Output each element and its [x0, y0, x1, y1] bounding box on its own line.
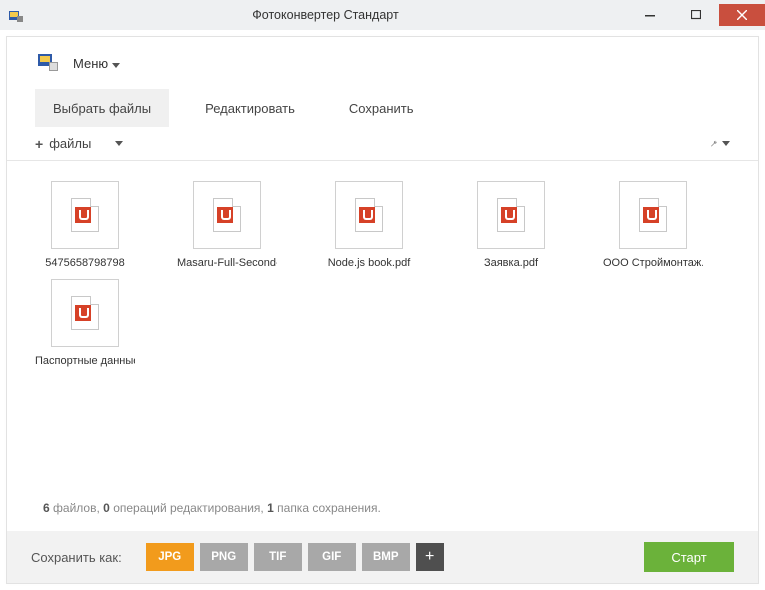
file-thumbnail [51, 279, 119, 347]
file-count: 6 [43, 501, 50, 515]
file-name: Node.js book.pdf [319, 257, 419, 269]
chevron-down-icon [115, 141, 123, 146]
format-label: BMP [373, 551, 399, 563]
pdf-icon [359, 207, 375, 223]
plus-icon: + [35, 136, 43, 152]
status-bar: 6 файлов, 0 операций редактирования, 1 п… [7, 501, 758, 527]
format-png[interactable]: PNG [200, 543, 248, 571]
chevron-down-icon [112, 56, 120, 71]
pdf-icon [75, 207, 91, 223]
file-thumbnail [335, 181, 403, 249]
start-label: Старт [671, 550, 706, 565]
settings-button[interactable] [710, 134, 730, 154]
add-format-button[interactable]: + [416, 543, 444, 571]
printer-icon [35, 48, 61, 79]
format-row: JPG PNG TIF GIF BMP + [146, 543, 444, 571]
file-item[interactable]: Паспортные данные.pdf [35, 279, 135, 367]
wrench-icon [710, 136, 718, 152]
format-label: TIF [269, 551, 286, 563]
menu-label: Меню [73, 56, 108, 71]
format-gif[interactable]: GIF [308, 543, 356, 571]
file-name: Паспортные данные.pdf [35, 355, 135, 367]
add-files-button[interactable]: + файлы [35, 136, 123, 152]
format-label: PNG [211, 551, 236, 563]
pdf-icon [643, 207, 659, 223]
status-text: операций редактирования, [113, 501, 264, 515]
file-thumbnail [619, 181, 687, 249]
file-name: Masaru-Full-Second-Edition.pdf [177, 257, 277, 269]
chevron-down-icon [722, 141, 730, 146]
format-label: JPG [158, 551, 181, 563]
ops-count: 0 [103, 501, 110, 515]
menu-row: Меню [7, 37, 758, 89]
file-item[interactable]: Node.js book.pdf [319, 181, 419, 269]
tab-save[interactable]: Сохранить [331, 89, 432, 127]
tab-label: Редактировать [205, 101, 295, 116]
file-item[interactable]: Заявка.pdf [461, 181, 561, 269]
maximize-button[interactable] [673, 4, 719, 26]
file-item[interactable]: ООО Строймонтаж.pdf [603, 181, 703, 269]
files-toolbar: + файлы [7, 127, 758, 161]
format-jpg[interactable]: JPG [146, 543, 194, 571]
pdf-icon [217, 207, 233, 223]
status-text: файлов, [53, 501, 100, 515]
file-name: Заявка.pdf [461, 257, 561, 269]
menu-button[interactable]: Меню [73, 56, 120, 71]
tab-edit[interactable]: Редактировать [187, 89, 313, 127]
file-thumbnail [193, 181, 261, 249]
pdf-icon [75, 305, 91, 321]
bottom-bar: Сохранить как: JPG PNG TIF GIF BMP + Ста… [7, 531, 758, 583]
file-grid: 5475658798798 Masaru-Full-Second-Edition… [7, 161, 758, 367]
folder-count: 1 [267, 501, 274, 515]
file-name: 5475658798798 [35, 257, 135, 269]
file-thumbnail [477, 181, 545, 249]
window-title: Фотоконвертер Стандарт [24, 8, 627, 22]
file-item[interactable]: Masaru-Full-Second-Edition.pdf [177, 181, 277, 269]
window-controls [627, 4, 765, 26]
add-files-label: файлы [49, 136, 91, 151]
app-icon [8, 7, 24, 23]
tab-label: Выбрать файлы [53, 101, 151, 116]
file-thumbnail [51, 181, 119, 249]
minimize-button[interactable] [627, 4, 673, 26]
format-label: GIF [322, 551, 341, 563]
tab-label: Сохранить [349, 101, 414, 116]
status-text: папка сохранения. [277, 501, 381, 515]
format-tif[interactable]: TIF [254, 543, 302, 571]
titlebar: Фотоконвертер Стандарт [0, 0, 765, 30]
file-name: ООО Строймонтаж.pdf [603, 257, 703, 269]
save-as-label: Сохранить как: [31, 550, 122, 565]
start-button[interactable]: Старт [644, 542, 734, 572]
pdf-icon [501, 207, 517, 223]
plus-icon: + [425, 548, 434, 566]
tab-select-files[interactable]: Выбрать файлы [35, 89, 169, 127]
file-item[interactable]: 5475658798798 [35, 181, 135, 269]
close-button[interactable] [719, 4, 765, 26]
main-panel: Меню Выбрать файлы Редактировать Сохрани… [6, 36, 759, 584]
tabs: Выбрать файлы Редактировать Сохранить [7, 89, 758, 127]
format-bmp[interactable]: BMP [362, 543, 410, 571]
